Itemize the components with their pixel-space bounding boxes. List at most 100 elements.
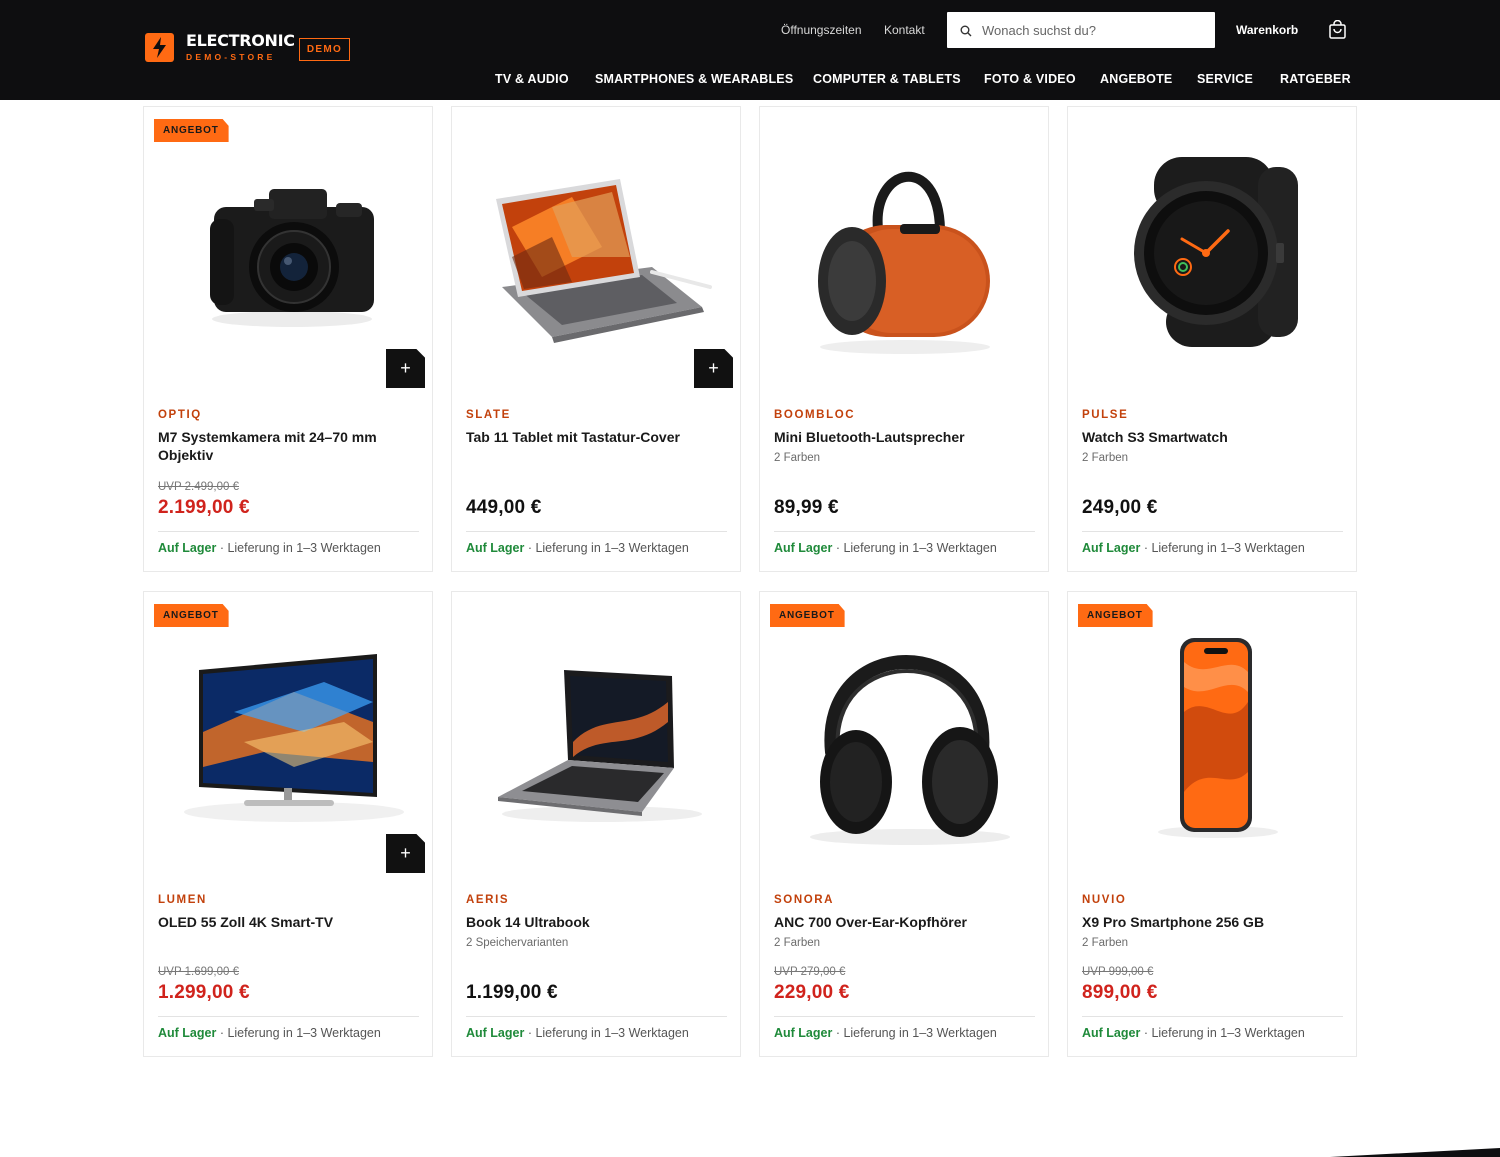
search-box[interactable] <box>947 12 1215 48</box>
delivery-info: · Lieferung in 1–3 Werktagen <box>524 541 689 555</box>
card-divider <box>158 1016 419 1017</box>
product-card[interactable]: ANGEBOT SONORA ANC 700 Over-Ear-Kopfhöre… <box>759 591 1049 1057</box>
product-image[interactable] <box>452 107 740 387</box>
speaker-icon <box>818 171 990 354</box>
in-stock-label: Auf Lager <box>1082 1026 1141 1040</box>
tablet-icon <box>496 179 712 343</box>
product-brand: AERIS <box>466 894 510 906</box>
sale-badge: ANGEBOT <box>1078 604 1153 627</box>
logo-subtitle: DEMO-STORE <box>186 52 276 63</box>
camera-icon <box>210 189 374 327</box>
stock-status: Auf Lager · Lieferung in 1–3 Werktagen <box>774 541 997 555</box>
sale-badge: ANGEBOT <box>154 119 229 142</box>
stock-status: Auf Lager · Lieferung in 1–3 Werktagen <box>1082 541 1305 555</box>
card-divider <box>774 531 1035 532</box>
product-image[interactable] <box>452 592 740 872</box>
product-name[interactable]: M7 Systemkamera mit 24–70 mm Objektiv <box>158 428 420 464</box>
product-name[interactable]: Mini Bluetooth-Lautsprecher <box>774 428 1036 446</box>
nav-ratgeber[interactable]: RATGEBER <box>1280 72 1351 86</box>
in-stock-label: Auf Lager <box>466 1026 525 1040</box>
card-divider <box>1082 531 1343 532</box>
product-image[interactable] <box>1068 107 1356 387</box>
in-stock-label: Auf Lager <box>774 541 833 555</box>
add-to-cart-button[interactable]: + <box>694 349 733 388</box>
in-stock-label: Auf Lager <box>774 1026 833 1040</box>
in-stock-label: Auf Lager <box>158 1026 217 1040</box>
product-variants: 2 Farben <box>1082 452 1129 464</box>
lightning-icon <box>145 33 174 62</box>
add-to-cart-button[interactable]: + <box>386 834 425 873</box>
link-oeffnungszeiten[interactable]: Öffnungszeiten <box>781 23 862 37</box>
in-stock-label: Auf Lager <box>1082 541 1141 555</box>
product-image[interactable] <box>1068 592 1356 872</box>
search-icon <box>960 24 972 37</box>
product-name[interactable]: X9 Pro Smartphone 256 GB <box>1082 913 1344 931</box>
nav-computer-tablets[interactable]: COMPUTER & TABLETS <box>813 72 961 86</box>
product-card[interactable]: AERIS Book 14 Ultrabook 2 Speichervarian… <box>451 591 741 1057</box>
headphones-icon <box>810 655 1010 845</box>
product-uvp: UVP 999,00 € <box>1082 966 1154 978</box>
laptop-icon <box>498 670 702 822</box>
product-price: 899,00 € <box>1082 982 1158 1003</box>
add-to-cart-button[interactable]: + <box>386 349 425 388</box>
search-input[interactable] <box>982 22 1202 38</box>
product-brand: OPTIQ <box>158 409 202 421</box>
product-uvp: UVP 1.699,00 € <box>158 966 239 978</box>
product-image[interactable] <box>144 592 432 872</box>
product-name[interactable]: Watch S3 Smartwatch <box>1082 428 1344 446</box>
product-card[interactable]: + SLATE Tab 11 Tablet mit Tastatur-Cover… <box>451 106 741 572</box>
product-price: 89,99 € <box>774 497 839 518</box>
tv-icon <box>184 654 404 822</box>
product-brand: SONORA <box>774 894 835 906</box>
smartphone-icon <box>1158 638 1278 838</box>
product-price: 449,00 € <box>466 497 542 518</box>
stock-status: Auf Lager · Lieferung in 1–3 Werktagen <box>158 541 381 555</box>
product-image[interactable] <box>760 592 1048 872</box>
delivery-info: · Lieferung in 1–3 Werktagen <box>832 541 997 555</box>
delivery-info: · Lieferung in 1–3 Werktagen <box>216 1026 381 1040</box>
product-price: 249,00 € <box>1082 497 1158 518</box>
stock-status: Auf Lager · Lieferung in 1–3 Werktagen <box>1082 1026 1305 1040</box>
stock-status: Auf Lager · Lieferung in 1–3 Werktagen <box>466 541 689 555</box>
product-price: 1.299,00 € <box>158 982 250 1003</box>
nav-angebote[interactable]: ANGEBOTE <box>1100 72 1172 86</box>
nav-smartphones-wearables[interactable]: SMARTPHONES & WEARABLES <box>595 72 793 86</box>
product-card[interactable]: ANGEBOT NUVIO X9 Pro Smartphone 256 GB 2… <box>1067 591 1357 1057</box>
product-variants: 2 Farben <box>774 452 821 464</box>
product-name[interactable]: OLED 55 Zoll 4K Smart-TV <box>158 913 420 931</box>
nav-tv-audio[interactable]: TV & AUDIO <box>495 72 569 86</box>
logo-title: ELECTRONIC <box>186 31 295 51</box>
in-stock-label: Auf Lager <box>158 541 217 555</box>
product-price: 2.199,00 € <box>158 497 250 518</box>
delivery-info: · Lieferung in 1–3 Werktagen <box>832 1026 997 1040</box>
product-card[interactable]: BOOMBLOC Mini Bluetooth-Lautsprecher 2 F… <box>759 106 1049 572</box>
product-image[interactable] <box>760 107 1048 387</box>
product-name[interactable]: ANC 700 Over-Ear-Kopfhörer <box>774 913 1036 931</box>
product-brand: NUVIO <box>1082 894 1127 906</box>
link-kontakt[interactable]: Kontakt <box>884 23 925 37</box>
cart-link[interactable]: Warenkorb <box>1236 23 1298 37</box>
product-variants: 2 Farben <box>1082 937 1129 949</box>
stock-status: Auf Lager · Lieferung in 1–3 Werktagen <box>774 1026 997 1040</box>
store-logo[interactable]: ELECTRONIC DEMO-STORE <box>145 33 295 62</box>
product-card[interactable]: PULSE Watch S3 Smartwatch 2 Farben 249,0… <box>1067 106 1357 572</box>
shopping-bag-icon[interactable] <box>1328 19 1347 39</box>
product-card[interactable]: ANGEBOT + LUMEN OLED 55 Zoll 4K Smart-TV… <box>143 591 433 1057</box>
product-brand: LUMEN <box>158 894 207 906</box>
product-name[interactable]: Book 14 Ultrabook <box>466 913 728 931</box>
card-divider <box>466 1016 727 1017</box>
product-image[interactable] <box>144 107 432 387</box>
nav-foto-video[interactable]: FOTO & VIDEO <box>984 72 1076 86</box>
product-variants: 2 Speichervarianten <box>466 937 569 949</box>
nav-service[interactable]: SERVICE <box>1197 72 1253 86</box>
demo-badge: DEMO <box>299 38 350 61</box>
product-name[interactable]: Tab 11 Tablet mit Tastatur-Cover <box>466 428 728 446</box>
delivery-info: · Lieferung in 1–3 Werktagen <box>524 1026 689 1040</box>
product-card[interactable]: ANGEBOT + OPTIQ M7 Systemkamera mit 24–7… <box>143 106 433 572</box>
product-brand: PULSE <box>1082 409 1129 421</box>
card-divider <box>158 531 419 532</box>
card-divider <box>1082 1016 1343 1017</box>
sale-badge: ANGEBOT <box>154 604 229 627</box>
product-uvp: UVP 279,00 € <box>774 966 846 978</box>
product-variants: 2 Farben <box>774 937 821 949</box>
